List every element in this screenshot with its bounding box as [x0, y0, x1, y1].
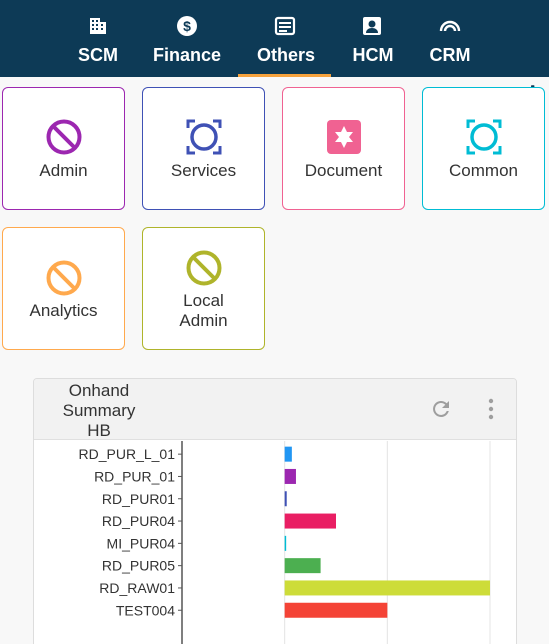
bar[interactable] [284, 491, 287, 507]
ring-brackets-icon [186, 119, 222, 155]
category-tick-label: TEST004 [116, 602, 175, 618]
tile-admin[interactable]: Admin [2, 87, 125, 210]
tile-services[interactable]: Services [142, 87, 265, 210]
widget-title: Onhand Summary HB [62, 381, 136, 440]
tab-finance-label: Finance [152, 45, 222, 65]
tile-analytics[interactable]: Analytics [2, 227, 125, 350]
bar[interactable] [284, 580, 490, 596]
bar[interactable] [284, 468, 296, 484]
category-tick-label: RD_PUR01 [102, 491, 175, 507]
tab-hcm-label: HCM [352, 45, 394, 65]
prohibit-icon [46, 119, 82, 155]
tile-admin-label: Admin [39, 161, 88, 180]
tab-others[interactable]: Others [238, 0, 331, 77]
tile-document[interactable]: Document [282, 87, 405, 210]
bar[interactable] [284, 602, 388, 618]
tab-finance[interactable]: $ Finance [152, 0, 222, 77]
category-tick-label: RD_PUR04 [102, 513, 175, 529]
tab-scm-label: SCM [78, 45, 118, 65]
tile-common-label: Common [449, 161, 518, 180]
onhand-summary-widget: Onhand Summary HB RD_PUR_L_01 RD_PUR_01 RD… [33, 378, 517, 644]
active-tab-indicator [238, 74, 331, 77]
bar[interactable] [284, 535, 287, 551]
tile-local-admin-label: Local Admin [179, 291, 228, 330]
tile-document-label: Document [304, 161, 383, 180]
tab-crm-label: CRM [429, 45, 471, 65]
widget-header: Onhand Summary HB [34, 379, 516, 440]
bar[interactable] [284, 446, 292, 462]
category-tick-label: RD_PUR_L_01 [79, 446, 176, 462]
category-tick-label: RD_RAW01 [99, 580, 175, 596]
tab-hcm[interactable]: HCM [352, 0, 394, 77]
dollar-icon: $ [176, 15, 198, 37]
bar[interactable] [284, 513, 336, 529]
person-card-icon [361, 15, 383, 37]
tab-crm[interactable]: CRM [429, 0, 471, 77]
ring-brackets-icon [466, 119, 502, 155]
category-tick-label: MI_PUR04 [107, 535, 176, 551]
wifi-arc-icon [439, 15, 461, 37]
tile-analytics-label: Analytics [29, 301, 98, 320]
puzzle-box-icon [326, 119, 362, 155]
onhand-bar-chart: RD_PUR_L_01 RD_PUR_01 RD_PUR01 RD_PUR04 MI_P… [79, 441, 491, 644]
tile-services-label: Services [170, 161, 237, 180]
tile-common[interactable]: Common [422, 87, 545, 210]
category-tick-label: RD_PUR_01 [94, 468, 175, 484]
prohibit-icon [46, 260, 82, 296]
tile-local-admin[interactable]: Local Admin [142, 227, 265, 350]
building-icon [87, 15, 109, 37]
refresh-icon[interactable] [429, 397, 453, 421]
prohibit-icon [186, 250, 222, 286]
svg-text:$: $ [183, 18, 191, 34]
tab-others-label: Others [257, 45, 316, 65]
list-box-icon [274, 15, 296, 37]
top-nav: SCM $ Finance Others HCM CRM [0, 0, 549, 77]
category-tick-label: RD_PUR05 [102, 558, 175, 574]
tab-scm[interactable]: SCM [78, 0, 118, 77]
bar[interactable] [284, 558, 321, 574]
more-vert-icon[interactable] [485, 397, 497, 421]
